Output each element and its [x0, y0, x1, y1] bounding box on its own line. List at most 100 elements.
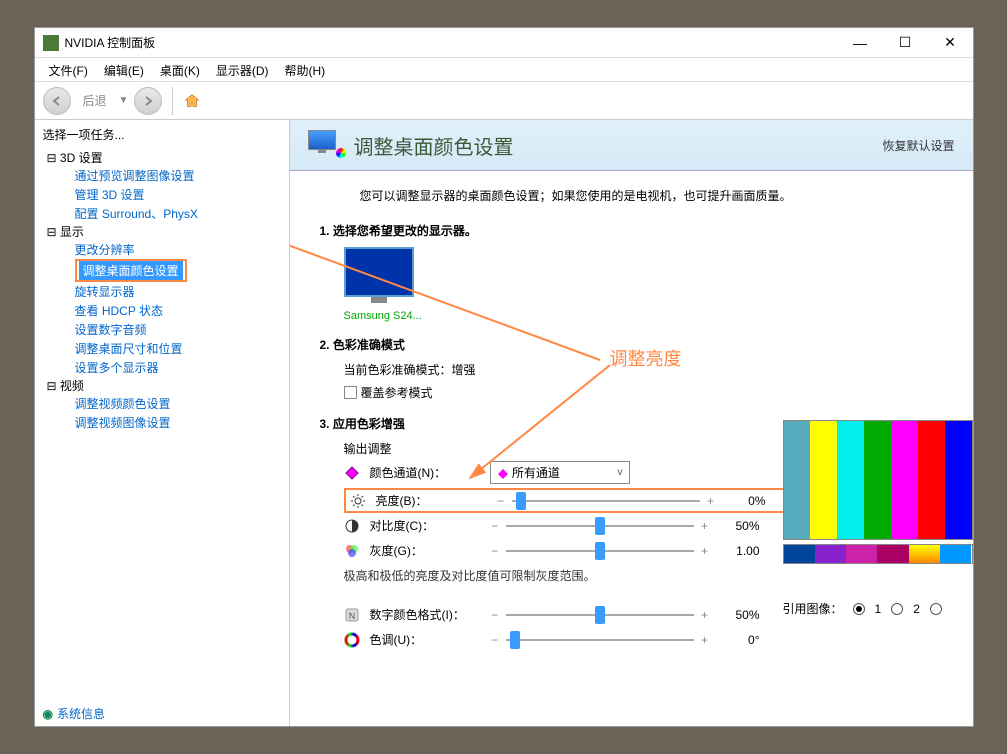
vibrance-slider[interactable] [506, 614, 694, 616]
monitor-name: Samsung S24... [344, 310, 943, 322]
page-description: 您可以调整显示器的桌面颜色设置；如果您使用的是电视机，也可提升画面质量。 [360, 187, 943, 204]
plus-icon: + [706, 494, 716, 508]
toolbar-separator [172, 87, 173, 115]
section2-title: 2. 色彩准确模式 [320, 336, 943, 353]
toolbar: 后退 ▼ [35, 82, 973, 120]
contrast-label: 对比度(C)： [370, 517, 480, 534]
brightness-slider[interactable] [512, 500, 700, 502]
svg-text:N: N [348, 611, 355, 621]
sun-icon [350, 493, 366, 509]
content-area: 调整桌面颜色设置 恢复默认设置 您可以调整显示器的桌面颜色设置；如果您使用的是电… [290, 120, 973, 726]
reference-image-row: 引用图像： 1 2 [783, 600, 973, 617]
contrast-icon [344, 518, 360, 534]
titlebar: NVIDIA 控制面板 — ☐ ✕ [35, 28, 973, 58]
close-button[interactable]: ✕ [928, 28, 973, 57]
minus-icon: − [496, 494, 506, 508]
sysinfo-icon: ◉ [43, 707, 53, 721]
reference-radio-1[interactable] [853, 603, 865, 615]
tree-item-rotate[interactable]: 旋转显示器 [43, 282, 281, 301]
main-body: 选择一项任务... ⊟ 3D 设置 通过预览调整图像设置 管理 3D 设置 配置… [35, 120, 973, 726]
color-preview [783, 420, 973, 540]
color-strip [783, 544, 973, 564]
minimize-button[interactable]: — [838, 28, 883, 57]
contrast-value: 50% [720, 519, 760, 533]
plus-icon: + [700, 633, 710, 647]
forward-button[interactable] [134, 87, 162, 115]
monitor-thumbnail[interactable] [344, 247, 414, 297]
vibrance-label: 数字颜色格式(I)： [370, 606, 480, 623]
menubar: 文件(F) 编辑(E) 桌面(K) 显示器(D) 帮助(H) [35, 58, 973, 82]
window-controls: — ☐ ✕ [838, 28, 973, 57]
minus-icon: − [490, 608, 500, 622]
minus-icon: − [490, 519, 500, 533]
plus-icon: + [700, 544, 710, 558]
tree-item-desktop-color[interactable]: 调整桌面颜色设置 [79, 261, 183, 280]
section-select-monitor: 1. 选择您希望更改的显示器。 Samsung S24... [320, 222, 943, 322]
hue-icon [344, 632, 360, 648]
tree-group-video[interactable]: ⊟ 视频 [43, 377, 281, 394]
menu-help[interactable]: 帮助(H) [277, 60, 334, 79]
minus-icon: − [490, 544, 500, 558]
system-info-link[interactable]: ◉系统信息 [43, 705, 106, 722]
override-label: 覆盖参考模式 [361, 384, 433, 401]
hue-value: 0° [720, 633, 760, 647]
gamma-value: 1.00 [720, 544, 760, 558]
restore-defaults-link[interactable]: 恢复默认设置 [882, 137, 954, 154]
hue-slider[interactable] [506, 639, 694, 641]
vibrance-value: 50% [720, 608, 760, 622]
preview-area: 引用图像： 1 2 [783, 420, 973, 617]
tree-item-surround[interactable]: 配置 Surround、PhysX [43, 204, 281, 223]
home-icon[interactable] [183, 92, 201, 110]
gamma-label: 灰度(G)： [370, 542, 480, 559]
override-checkbox-row[interactable]: 覆盖参考模式 [344, 384, 943, 401]
sidebar: 选择一项任务... ⊟ 3D 设置 通过预览调整图像设置 管理 3D 设置 配置… [35, 120, 290, 726]
channel-label: 颜色通道(N)： [370, 464, 480, 481]
contrast-slider[interactable] [506, 525, 694, 527]
maximize-button[interactable]: ☐ [883, 28, 928, 57]
app-icon [43, 35, 59, 51]
hue-label: 色调(U)： [370, 631, 480, 648]
window-title: NVIDIA 控制面板 [65, 34, 838, 51]
section1-title: 1. 选择您希望更改的显示器。 [320, 222, 943, 239]
tree-item-audio[interactable]: 设置数字音频 [43, 320, 281, 339]
tree-group-3d[interactable]: ⊟ 3D 设置 [43, 149, 281, 166]
tree-item-hdcp[interactable]: 查看 HDCP 状态 [43, 301, 281, 320]
chevron-down-icon: v [618, 467, 623, 478]
current-mode: 当前色彩准确模式：增强 [344, 361, 943, 378]
tree-item-size-position[interactable]: 调整桌面尺寸和位置 [43, 339, 281, 358]
channel-select[interactable]: 所有通道 v [490, 461, 630, 484]
reference-radio-2[interactable] [891, 603, 903, 615]
reference-label: 引用图像： [783, 600, 843, 617]
page-title: 调整桌面颜色设置 [354, 131, 883, 160]
tree-item-resolution[interactable]: 更改分辨率 [43, 240, 281, 259]
reference-radio-3[interactable] [930, 603, 942, 615]
tree-item-video-image[interactable]: 调整视频图像设置 [43, 413, 281, 432]
gamma-slider[interactable] [506, 550, 694, 552]
tree-group-display[interactable]: ⊟ 显示 [43, 223, 281, 240]
page-header: 调整桌面颜色设置 恢复默认设置 [290, 120, 973, 171]
tree-item-preview3d[interactable]: 通过预览调整图像设置 [43, 166, 281, 185]
override-checkbox[interactable] [344, 386, 357, 399]
menu-file[interactable]: 文件(F) [41, 60, 96, 79]
sidebar-title: 选择一项任务... [43, 126, 281, 143]
back-button[interactable] [43, 87, 71, 115]
channel-icon [344, 465, 360, 481]
menu-desktop[interactable]: 桌面(K) [152, 60, 208, 79]
tree-item-multimonitor[interactable]: 设置多个显示器 [43, 358, 281, 377]
gamma-icon [344, 543, 360, 559]
tree-item-video-color[interactable]: 调整视频颜色设置 [43, 394, 281, 413]
back-label: 后退 [77, 92, 113, 109]
brightness-value: 0% [726, 494, 766, 508]
plus-icon: + [700, 519, 710, 533]
section-color-accuracy: 2. 色彩准确模式 当前色彩准确模式：增强 覆盖参考模式 [320, 336, 943, 401]
app-window: NVIDIA 控制面板 — ☐ ✕ 文件(F) 编辑(E) 桌面(K) 显示器(… [34, 27, 974, 727]
plus-icon: + [700, 608, 710, 622]
tree-item-manage3d[interactable]: 管理 3D 设置 [43, 185, 281, 204]
hue-row: 色调(U)： − + 0° [344, 627, 943, 652]
brightness-label: 亮度(B)： [376, 492, 486, 509]
back-dropdown-icon[interactable]: ▼ [119, 95, 129, 106]
minus-icon: − [490, 633, 500, 647]
nvidia-icon: N [344, 607, 360, 623]
menu-edit[interactable]: 编辑(E) [96, 60, 152, 79]
menu-display[interactable]: 显示器(D) [208, 60, 277, 79]
